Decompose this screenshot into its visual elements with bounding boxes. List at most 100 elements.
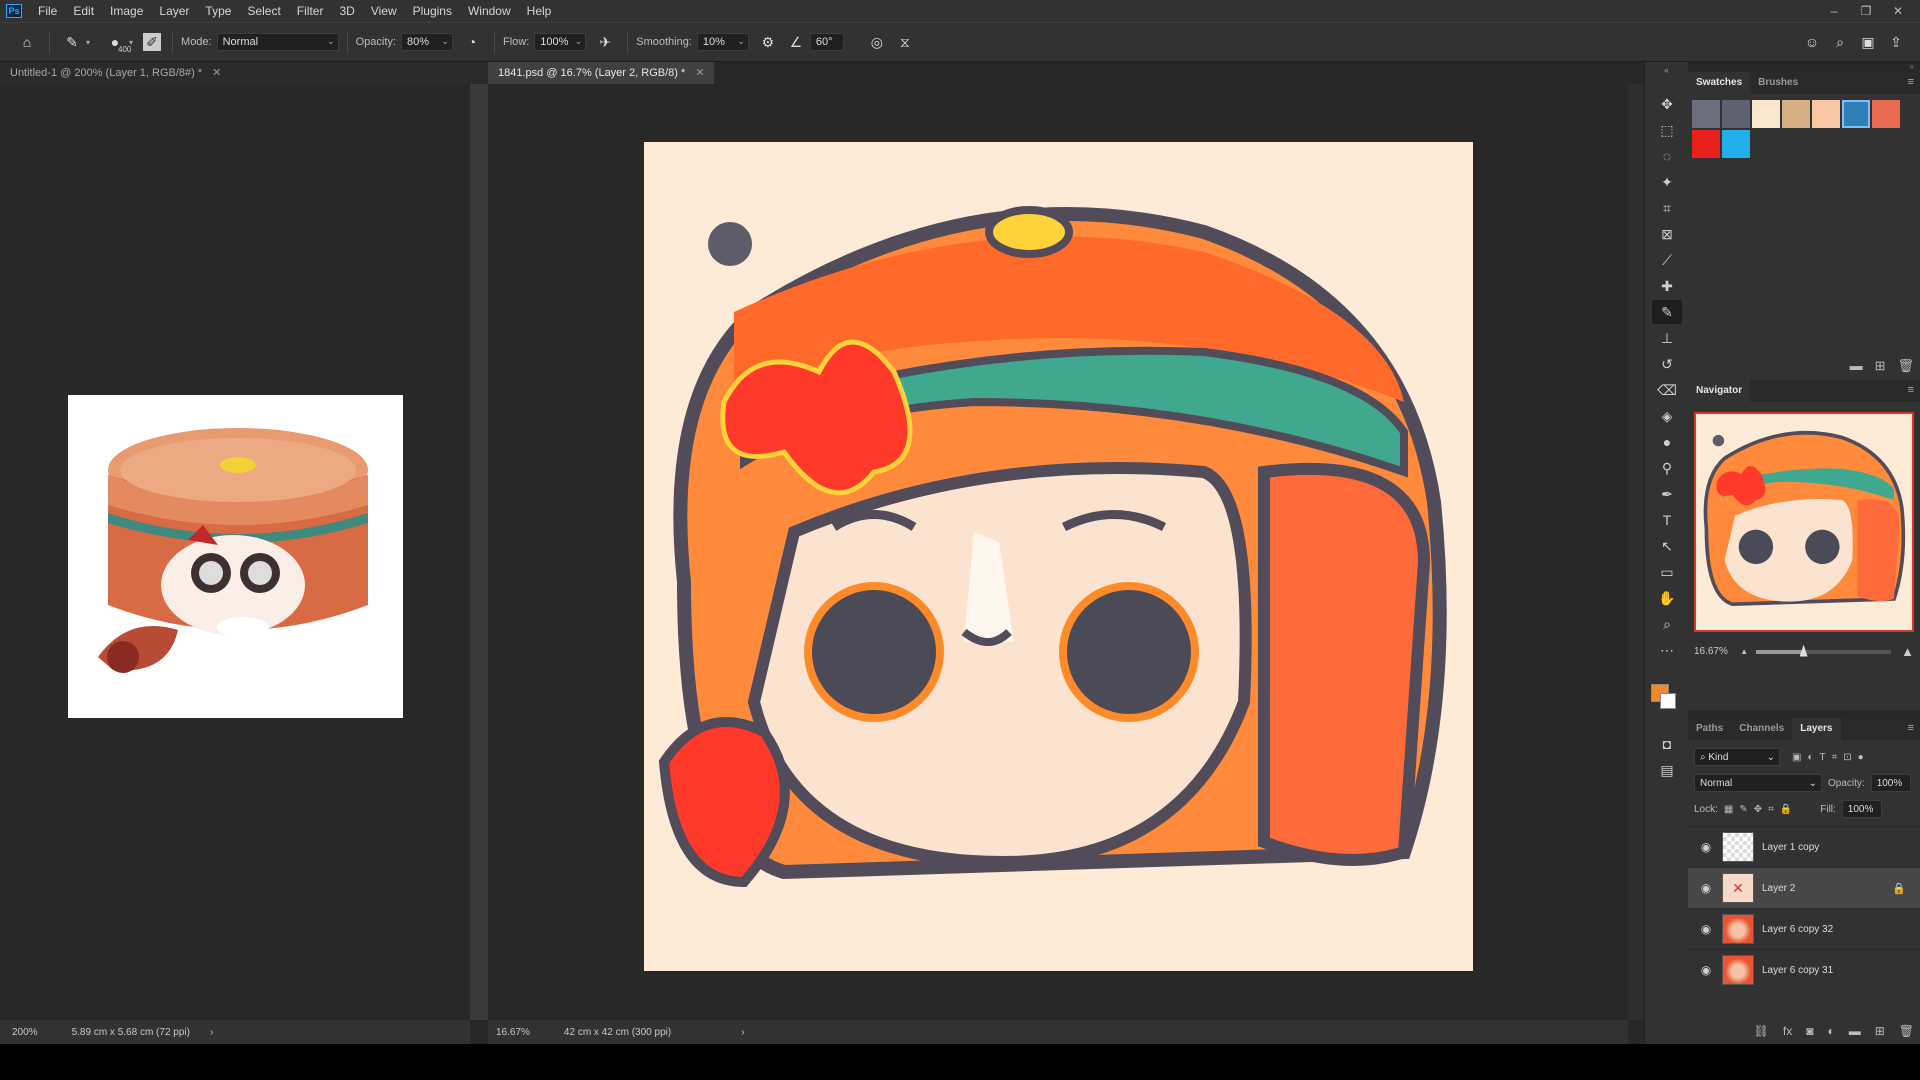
color-swatch[interactable] (1692, 100, 1720, 128)
eye-icon[interactable]: ◉ (1696, 963, 1716, 977)
tab-layers[interactable]: Layers (1792, 718, 1841, 740)
marquee-tool-icon[interactable]: ⬚ (1652, 118, 1682, 142)
link-icon[interactable]: ⛓ (1754, 1024, 1769, 1038)
eyedropper-icon[interactable]: ⟋ (1652, 248, 1682, 272)
panel-menu-icon[interactable]: ≡ (1908, 384, 1914, 396)
opacity-field[interactable]: 80% ⌄ (400, 33, 453, 51)
menu-help[interactable]: Help (519, 0, 560, 22)
close-icon[interactable]: ✕ (212, 67, 221, 79)
color-swatch[interactable] (1692, 130, 1720, 158)
dodge-tool-icon[interactable]: ⚲ (1652, 456, 1682, 480)
history-brush-icon[interactable]: ↺ (1652, 352, 1682, 376)
zoom-in-icon[interactable]: ▲ (1901, 644, 1914, 659)
angle-field[interactable]: 60° (809, 33, 844, 51)
crop-tool-icon[interactable]: ⌗ (1652, 196, 1682, 220)
tab-untitled-1[interactable]: Untitled-1 @ 200% (Layer 1, RGB/8#) * ✕ (0, 62, 488, 84)
airbrush-icon[interactable]: ✈ (594, 31, 616, 53)
layer-row[interactable]: ◉ Layer 1 copy (1688, 826, 1920, 867)
zoom-out-icon[interactable]: ▴ (1742, 646, 1747, 657)
lasso-tool-icon[interactable]: ◌ (1652, 144, 1682, 168)
gear-icon[interactable]: ⚙ (757, 31, 779, 53)
fill-field[interactable]: 100% (1841, 800, 1882, 818)
main-canvas[interactable] (644, 142, 1473, 971)
trash-icon[interactable]: 🗑 (1897, 358, 1914, 374)
group-folder-icon[interactable]: ▬ (1849, 1024, 1861, 1038)
tab-paths[interactable]: Paths (1688, 718, 1731, 740)
close-icon[interactable]: ✕ (695, 67, 704, 79)
tab-swatches[interactable]: Swatches (1688, 72, 1751, 94)
filter-pixel-icon[interactable]: ▣ (1792, 752, 1801, 763)
symmetry-icon[interactable]: ⧖ (894, 31, 916, 53)
navigator-preview[interactable] (1694, 412, 1914, 632)
move-tool-icon[interactable]: ✥ (1652, 92, 1682, 116)
magic-wand-icon[interactable]: ✦ (1652, 170, 1682, 194)
more-tools-icon[interactable]: ⋯ (1652, 638, 1682, 662)
tab-navigator[interactable]: Navigator (1688, 380, 1751, 402)
background-color[interactable] (1660, 693, 1676, 709)
home-icon[interactable]: ⌂ (16, 31, 38, 53)
share-icon[interactable]: ⇪ (1885, 31, 1907, 53)
menu-edit[interactable]: Edit (65, 0, 102, 22)
lock-artboard-icon[interactable]: ⌗ (1768, 804, 1774, 815)
screen-mode-icon[interactable]: ▤ (1652, 758, 1682, 782)
menu-3d[interactable]: 3D (331, 0, 362, 22)
color-swatch[interactable] (1752, 100, 1780, 128)
menu-view[interactable]: View (363, 0, 405, 22)
zoom-slider[interactable] (1756, 644, 1892, 657)
paint-bucket-icon[interactable]: ◈ (1652, 404, 1682, 428)
menu-plugins[interactable]: Plugins (405, 0, 460, 22)
type-tool-icon[interactable]: T (1652, 508, 1682, 532)
lock-pixels-icon[interactable]: ✎ (1739, 804, 1747, 815)
color-swatch[interactable] (1872, 100, 1900, 128)
collapse-icon[interactable]: « (1645, 62, 1688, 90)
eye-icon[interactable]: ◉ (1696, 922, 1716, 936)
eraser-icon[interactable]: ⌫ (1652, 378, 1682, 402)
filter-shape-icon[interactable]: ⌗ (1832, 752, 1838, 763)
pressure-opacity-icon[interactable]: ◔ (461, 31, 483, 53)
lock-position-icon[interactable]: ✥ (1754, 804, 1762, 815)
color-swatch[interactable] (1782, 100, 1810, 128)
frame-tool-icon[interactable]: ⊠ (1652, 222, 1682, 246)
flow-field[interactable]: 100% ⌄ (534, 33, 587, 51)
quick-mask-icon[interactable]: ◘ (1652, 732, 1682, 756)
new-layer-icon[interactable]: ⊞ (1875, 1024, 1885, 1038)
blur-tool-icon[interactable]: ● (1652, 430, 1682, 454)
trash-icon[interactable]: 🗑 (1899, 1024, 1914, 1038)
share-user-icon[interactable]: ☺ (1801, 31, 1823, 53)
workspace-icon[interactable]: ▣ (1857, 31, 1879, 53)
color-swatch[interactable] (1812, 100, 1840, 128)
path-select-icon[interactable]: ↖ (1652, 534, 1682, 558)
filter-toggle-icon[interactable]: ● (1858, 752, 1864, 763)
pressure-size-icon[interactable]: ◎ (866, 31, 888, 53)
chevron-right-icon[interactable]: › (741, 1027, 744, 1038)
mask-icon[interactable]: ◙ (1806, 1024, 1813, 1038)
tab-brushes[interactable]: Brushes (1750, 72, 1806, 94)
layer-row[interactable]: ◉ ✕ Layer 2 🔒 (1688, 867, 1920, 908)
chevron-down-icon[interactable]: ▾ (86, 38, 90, 47)
layer-opacity-field[interactable]: 100% (1870, 774, 1911, 792)
layer-filter-select[interactable]: ⌕ Kind ⌄ (1694, 748, 1780, 766)
eye-icon[interactable]: ◉ (1696, 881, 1716, 895)
mode-select[interactable]: Normal ⌄ (216, 33, 339, 51)
vertical-scrollbar[interactable] (1628, 84, 1644, 1020)
menu-select[interactable]: Select (239, 0, 288, 22)
new-swatch-icon[interactable]: ⊞ (1875, 358, 1886, 374)
color-swatch[interactable] (1842, 100, 1870, 128)
color-swatch[interactable] (1722, 130, 1750, 158)
menu-type[interactable]: Type (197, 0, 239, 22)
brush-tool-icon[interactable]: ✎ (61, 31, 83, 53)
collapse-icon[interactable]: » (1688, 62, 1920, 72)
lock-all-icon[interactable]: 🔒 (1780, 804, 1792, 815)
zoom-readout[interactable]: 16.67% (496, 1027, 530, 1038)
fx-icon[interactable]: fx (1783, 1024, 1792, 1038)
smoothing-field[interactable]: 10% ⌄ (696, 33, 749, 51)
rectangle-tool-icon[interactable]: ▭ (1652, 560, 1682, 584)
folder-icon[interactable]: ▬ (1850, 358, 1863, 374)
brush-tool-icon[interactable]: ✎ (1652, 300, 1682, 324)
tab-channels[interactable]: Channels (1731, 718, 1792, 740)
menu-image[interactable]: Image (102, 0, 151, 22)
menu-file[interactable]: File (30, 0, 65, 22)
pen-tool-icon[interactable]: ✒ (1652, 482, 1682, 506)
filter-smart-icon[interactable]: ⊡ (1843, 752, 1851, 763)
adjustment-icon[interactable]: ◐ (1827, 1024, 1834, 1038)
